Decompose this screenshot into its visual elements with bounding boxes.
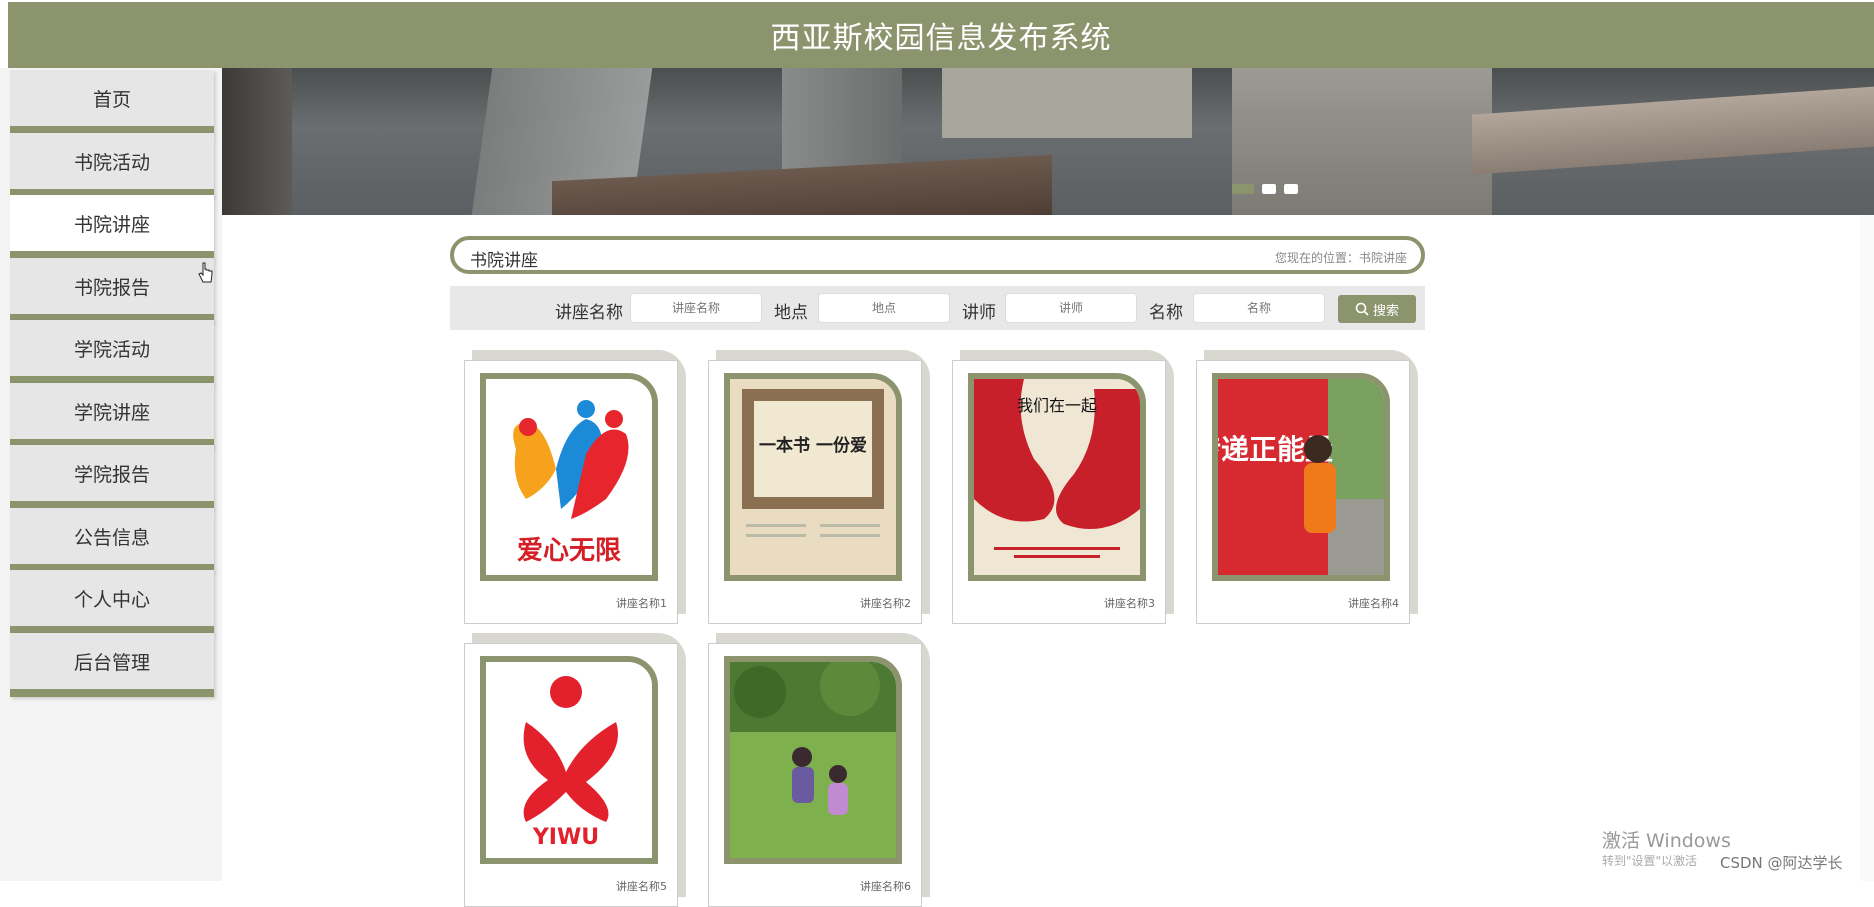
card-image-text: YIWU bbox=[532, 825, 599, 850]
lecture-card-label: 讲座名称4 bbox=[1348, 597, 1399, 610]
lecture-card-label: 讲座名称6 bbox=[860, 880, 911, 893]
carousel-dot-2[interactable] bbox=[1262, 184, 1276, 194]
hand-cursor-icon bbox=[198, 262, 213, 283]
breadcrumb: 您现在的位置：书院讲座 bbox=[1274, 251, 1407, 265]
title-label: 名称 bbox=[1149, 303, 1183, 323]
card-image-text: 爱心无限 bbox=[517, 536, 621, 566]
csdn-watermark: CSDN @阿达学长 bbox=[1720, 854, 1843, 872]
sidebar-item-college-activities[interactable]: 学院活动 bbox=[10, 320, 214, 384]
lecture-thumbnail[interactable]: 传递正能量 bbox=[1212, 373, 1390, 581]
section-title: 书院讲座 bbox=[470, 251, 538, 271]
lecture-name-label: 讲座名称 bbox=[555, 303, 623, 323]
windows-activation-hint: 转到"设置"以激活 bbox=[1602, 854, 1698, 868]
carousel-dot-3[interactable] bbox=[1284, 184, 1298, 194]
section-header: 书院讲座 您现在的位置：书院讲座 bbox=[450, 236, 1425, 274]
search-bar: 讲座名称 地点 讲师 名称 搜索 bbox=[450, 286, 1425, 330]
sidebar: 首页 书院活动 书院讲座 书院报告 学院活动 学院讲座 学院报告 公告信息 个人… bbox=[0, 68, 222, 881]
lecture-card[interactable]: 我们在一起 讲座名称3 bbox=[952, 350, 1174, 624]
place-label: 地点 bbox=[774, 303, 808, 323]
sidebar-item-academy-lectures[interactable]: 书院讲座 bbox=[10, 195, 214, 259]
lecture-card-label: 讲座名称2 bbox=[860, 597, 911, 610]
search-button[interactable]: 搜索 bbox=[1338, 295, 1416, 323]
sidebar-item-college-reports[interactable]: 学院报告 bbox=[10, 445, 214, 509]
card-image-text: 一本书 一份爱 bbox=[759, 435, 867, 456]
sidebar-item-personal-center[interactable]: 个人中心 bbox=[10, 570, 214, 634]
lecture-thumbnail[interactable]: YIWU bbox=[480, 656, 658, 864]
lecture-card-label: 讲座名称5 bbox=[616, 880, 667, 893]
lecture-card[interactable]: 讲座名称6 bbox=[708, 633, 930, 907]
windows-activation-watermark: 激活 Windows bbox=[1602, 830, 1731, 852]
search-button-label: 搜索 bbox=[1372, 303, 1399, 319]
carousel-dots bbox=[1232, 184, 1298, 194]
carousel-dot-1[interactable] bbox=[1232, 184, 1254, 194]
sidebar-item-academy-activities[interactable]: 书院活动 bbox=[10, 133, 214, 197]
title-input[interactable] bbox=[1193, 293, 1325, 323]
teacher-label: 讲师 bbox=[962, 303, 996, 323]
lecture-thumbnail[interactable]: 爱心无限 bbox=[480, 373, 658, 581]
lecture-card[interactable]: YIWU 讲座名称5 bbox=[464, 633, 686, 907]
sidebar-item-announcements[interactable]: 公告信息 bbox=[10, 508, 214, 572]
sidebar-item-academy-reports[interactable]: 书院报告 bbox=[10, 258, 214, 322]
teacher-input[interactable] bbox=[1005, 293, 1137, 323]
app-title: 西亚斯校园信息发布系统 bbox=[770, 21, 1112, 56]
lecture-card[interactable]: 传递正能量 讲座名称4 bbox=[1196, 350, 1418, 624]
lecture-card-label: 讲座名称1 bbox=[616, 597, 667, 610]
search-icon bbox=[1355, 302, 1369, 316]
lecture-thumbnail[interactable]: 我们在一起 bbox=[968, 373, 1146, 581]
lecture-card[interactable]: 一本书 一份爱 讲座名称2 bbox=[708, 350, 930, 624]
scrollbar[interactable] bbox=[1860, 215, 1874, 881]
lecture-card[interactable]: 爱心无限 讲座名称1 bbox=[464, 350, 686, 624]
lecture-card-label: 讲座名称3 bbox=[1104, 597, 1155, 610]
sidebar-item-admin[interactable]: 后台管理 bbox=[10, 633, 214, 697]
sidebar-item-home[interactable]: 首页 bbox=[10, 70, 214, 134]
lecture-thumbnail[interactable]: 一本书 一份爱 bbox=[724, 373, 902, 581]
card-image-text: 我们在一起 bbox=[1017, 396, 1097, 415]
app-header: 西亚斯校园信息发布系统 bbox=[8, 2, 1874, 68]
lecture-name-input[interactable] bbox=[630, 293, 762, 323]
lecture-thumbnail[interactable] bbox=[724, 656, 902, 864]
place-input[interactable] bbox=[818, 293, 950, 323]
sidebar-item-college-lectures[interactable]: 学院讲座 bbox=[10, 383, 214, 447]
hero-banner bbox=[222, 68, 1874, 215]
